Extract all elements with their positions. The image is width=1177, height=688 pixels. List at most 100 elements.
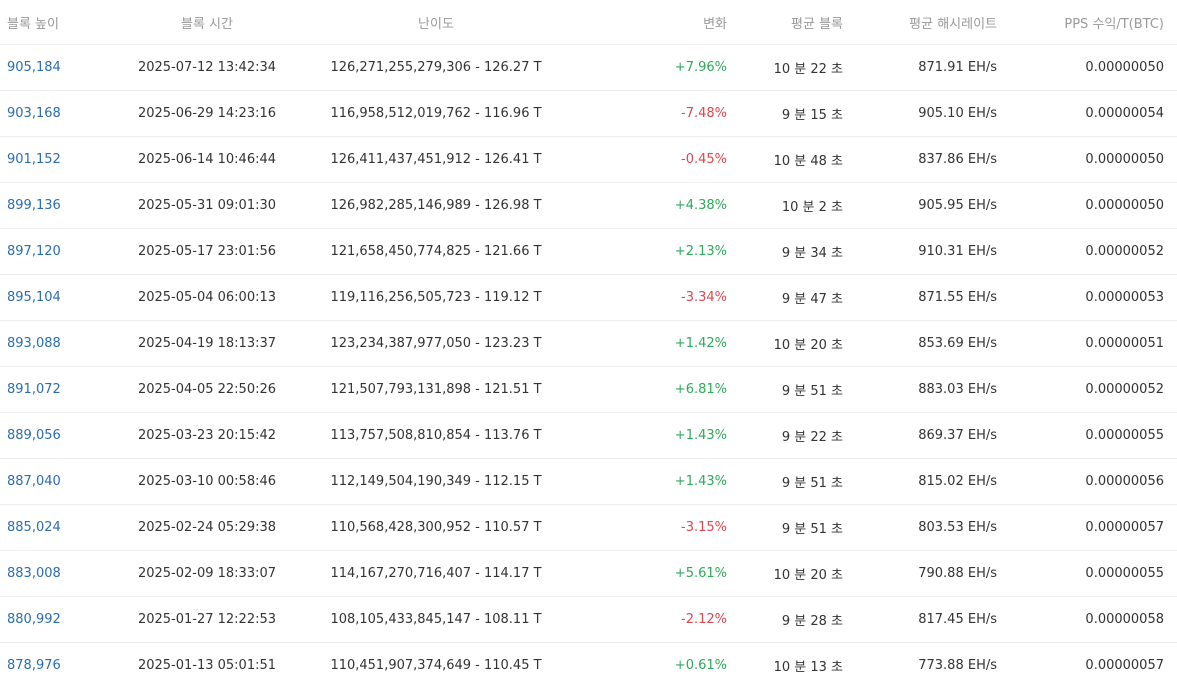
block-height-link[interactable]: 897,120 [7,244,61,259]
average-hashrate-value: 790.88 EH/s [918,566,997,581]
pps-earnings-cell: 0.00000052 [997,229,1177,275]
average-block-time-value: 10 분 2 초 [782,200,843,215]
column-header-difficulty: 난이도 [287,0,585,45]
average-block-time-value: 9 분 22 초 [782,430,843,445]
block-time-value: 2025-06-14 10:46:44 [138,152,276,167]
block-time-value: 2025-04-05 22:50:26 [138,382,276,397]
average-block-time-cell: 9 분 51 초 [727,459,843,505]
block-time-cell: 2025-05-31 09:01:30 [127,183,287,229]
change-value: +1.42% [675,336,727,351]
block-height-link[interactable]: 889,056 [7,428,61,443]
difficulty-cell: 119,116,256,505,723 - 119.12 T [287,275,585,321]
average-block-time-value: 10 분 20 초 [774,338,843,353]
change-value: -3.34% [681,290,727,305]
difficulty-value: 113,757,508,810,854 - 113.76 T [330,428,541,443]
change-cell: +6.81% [585,367,727,413]
average-block-time-value: 10 분 13 초 [774,660,843,675]
average-block-time-cell: 10 분 20 초 [727,321,843,367]
block-height-cell: 885,024 [0,505,127,551]
block-time-value: 2025-06-29 14:23:16 [138,106,276,121]
pps-earnings-cell: 0.00000056 [997,459,1177,505]
average-hashrate-cell: 853.69 EH/s [843,321,997,367]
average-hashrate-cell: 869.37 EH/s [843,413,997,459]
difficulty-cell: 126,982,285,146,989 - 126.98 T [287,183,585,229]
block-height-cell: 891,072 [0,367,127,413]
difficulty-value: 126,271,255,279,306 - 126.27 T [330,60,541,75]
block-height-link[interactable]: 905,184 [7,60,61,75]
block-height-link[interactable]: 893,088 [7,336,61,351]
block-height-link[interactable]: 891,072 [7,382,61,397]
average-hashrate-value: 773.88 EH/s [918,658,997,673]
average-hashrate-value: 837.86 EH/s [918,152,997,167]
difficulty-cell: 110,451,907,374,649 - 110.45 T [287,643,585,688]
difficulty-value: 121,658,450,774,825 - 121.66 T [330,244,541,259]
pps-earnings-value: 0.00000054 [1085,106,1164,121]
block-height-link[interactable]: 899,136 [7,198,61,213]
block-height-cell: 883,008 [0,551,127,597]
block-height-cell: 905,184 [0,45,127,91]
pps-earnings-value: 0.00000057 [1085,658,1164,673]
change-cell: +1.43% [585,459,727,505]
average-hashrate-cell: 837.86 EH/s [843,137,997,183]
average-block-time-cell: 9 분 15 초 [727,91,843,137]
average-hashrate-value: 905.10 EH/s [918,106,997,121]
pps-earnings-cell: 0.00000050 [997,45,1177,91]
block-height-link[interactable]: 887,040 [7,474,61,489]
pps-earnings-value: 0.00000050 [1085,152,1164,167]
pps-earnings-value: 0.00000058 [1085,612,1164,627]
table-row: 905,1842025-07-12 13:42:34126,271,255,27… [0,45,1177,91]
block-time-cell: 2025-01-27 12:22:53 [127,597,287,643]
column-header-average-hashrate: 평균 해시레이트 [843,0,997,45]
pps-earnings-cell: 0.00000058 [997,597,1177,643]
block-height-link[interactable]: 901,152 [7,152,61,167]
average-hashrate-cell: 905.10 EH/s [843,91,997,137]
block-height-link[interactable]: 878,976 [7,658,61,673]
column-header-average-block: 평균 블록 [727,0,843,45]
change-cell: +4.38% [585,183,727,229]
pps-earnings-cell: 0.00000051 [997,321,1177,367]
average-hashrate-cell: 871.55 EH/s [843,275,997,321]
pps-earnings-cell: 0.00000050 [997,137,1177,183]
block-time-value: 2025-05-04 06:00:13 [138,290,276,305]
block-time-value: 2025-05-31 09:01:30 [138,198,276,213]
change-cell: -3.15% [585,505,727,551]
block-time-cell: 2025-03-23 20:15:42 [127,413,287,459]
block-height-link[interactable]: 903,168 [7,106,61,121]
average-hashrate-cell: 815.02 EH/s [843,459,997,505]
block-time-value: 2025-01-27 12:22:53 [138,612,276,627]
block-height-link[interactable]: 883,008 [7,566,61,581]
average-block-time-value: 10 분 22 초 [774,62,843,77]
change-value: +1.43% [675,474,727,489]
block-height-cell: 895,104 [0,275,127,321]
block-height-link[interactable]: 880,992 [7,612,61,627]
block-time-cell: 2025-04-05 22:50:26 [127,367,287,413]
pps-earnings-cell: 0.00000053 [997,275,1177,321]
average-hashrate-cell: 790.88 EH/s [843,551,997,597]
pps-earnings-value: 0.00000050 [1085,60,1164,75]
difficulty-cell: 126,271,255,279,306 - 126.27 T [287,45,585,91]
difficulty-cell: 121,658,450,774,825 - 121.66 T [287,229,585,275]
pps-earnings-cell: 0.00000050 [997,183,1177,229]
difficulty-value: 110,451,907,374,649 - 110.45 T [330,658,541,673]
column-header-change: 변화 [585,0,727,45]
difficulty-cell: 116,958,512,019,762 - 116.96 T [287,91,585,137]
change-value: +1.43% [675,428,727,443]
table-row: 885,0242025-02-24 05:29:38110,568,428,30… [0,505,1177,551]
block-height-link[interactable]: 885,024 [7,520,61,535]
block-height-link[interactable]: 895,104 [7,290,61,305]
average-block-time-cell: 9 분 47 초 [727,275,843,321]
difficulty-cell: 123,234,387,977,050 - 123.23 T [287,321,585,367]
difficulty-value: 116,958,512,019,762 - 116.96 T [330,106,541,121]
pps-earnings-value: 0.00000052 [1085,382,1164,397]
block-height-cell: 897,120 [0,229,127,275]
average-hashrate-value: 883.03 EH/s [918,382,997,397]
difficulty-value: 112,149,504,190,349 - 112.15 T [330,474,541,489]
average-hashrate-cell: 905.95 EH/s [843,183,997,229]
average-hashrate-value: 871.55 EH/s [918,290,997,305]
average-hashrate-value: 817.45 EH/s [918,612,997,627]
difficulty-value: 114,167,270,716,407 - 114.17 T [330,566,541,581]
block-height-cell: 889,056 [0,413,127,459]
pps-earnings-cell: 0.00000055 [997,413,1177,459]
block-time-value: 2025-02-09 18:33:07 [138,566,276,581]
difficulty-history-table: 블록 높이 블록 시간 난이도 변화 평균 블록 평균 해시레이트 PPS 수익… [0,0,1177,688]
